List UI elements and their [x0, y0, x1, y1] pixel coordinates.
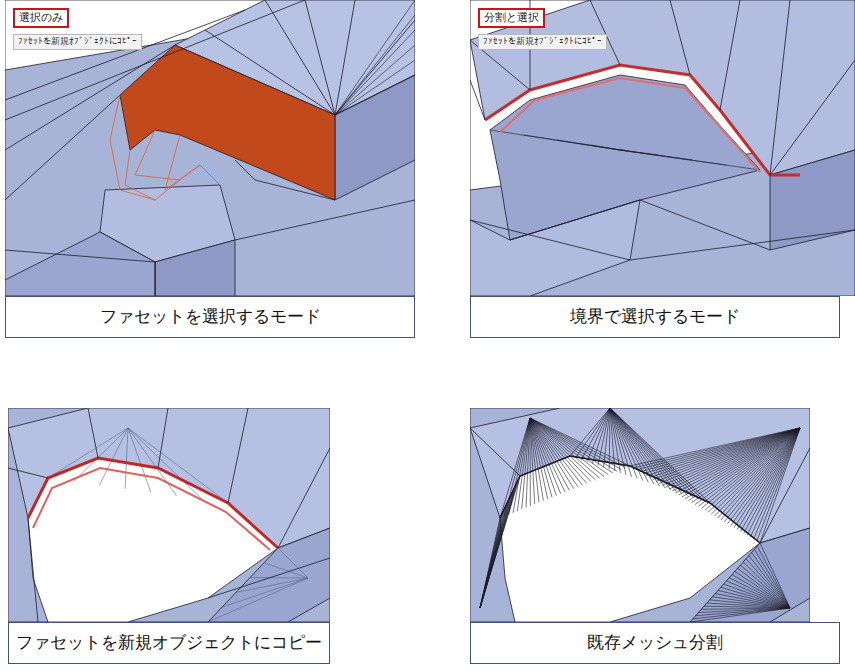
mesh-screenshot [8, 408, 330, 622]
mesh-render-icon [470, 408, 810, 622]
figure-panel: 既存メッシュ分割 [470, 408, 855, 664]
mesh-render-icon [8, 408, 330, 622]
mode-label[interactable]: 分割と選択 [478, 8, 545, 28]
figure-grid: 選択のみ ﾌｧｾｯﾄを新規ｵﾌﾞｼﾞｪｸﾄにｺﾋﾟｰ ファセットを選択するモード 分割… [0, 0, 855, 664]
caption: ファセットを新規オブジェクトにコピー [8, 622, 330, 664]
tooltip: ﾌｧｾｯﾄを新規ｵﾌﾞｼﾞｪｸﾄにｺﾋﾟｰ [13, 34, 142, 50]
figure-panel: 分割と選択 ﾌｧｾｯﾄを新規ｵﾌﾞｼﾞｪｸﾄにｺﾋﾟｰ 境界で選択するモード [470, 0, 855, 338]
figure-panel: ファセットを新規オブジェクトにコピー [5, 408, 415, 664]
mesh-screenshot: 分割と選択 ﾌｧｾｯﾄを新規ｵﾌﾞｼﾞｪｸﾄにｺﾋﾟｰ [470, 0, 855, 296]
caption: 既存メッシュ分割 [470, 622, 840, 664]
mesh-screenshot: 選択のみ ﾌｧｾｯﾄを新規ｵﾌﾞｼﾞｪｸﾄにｺﾋﾟｰ [5, 0, 415, 296]
mode-label[interactable]: 選択のみ [13, 8, 69, 28]
mesh-screenshot [470, 408, 810, 622]
tooltip: ﾌｧｾｯﾄを新規ｵﾌﾞｼﾞｪｸﾄにｺﾋﾟｰ [478, 34, 607, 50]
caption: ファセットを選択するモード [5, 296, 415, 338]
caption: 境界で選択するモード [470, 296, 840, 338]
figure-panel: 選択のみ ﾌｧｾｯﾄを新規ｵﾌﾞｼﾞｪｸﾄにｺﾋﾟｰ ファセットを選択するモード [5, 0, 415, 338]
